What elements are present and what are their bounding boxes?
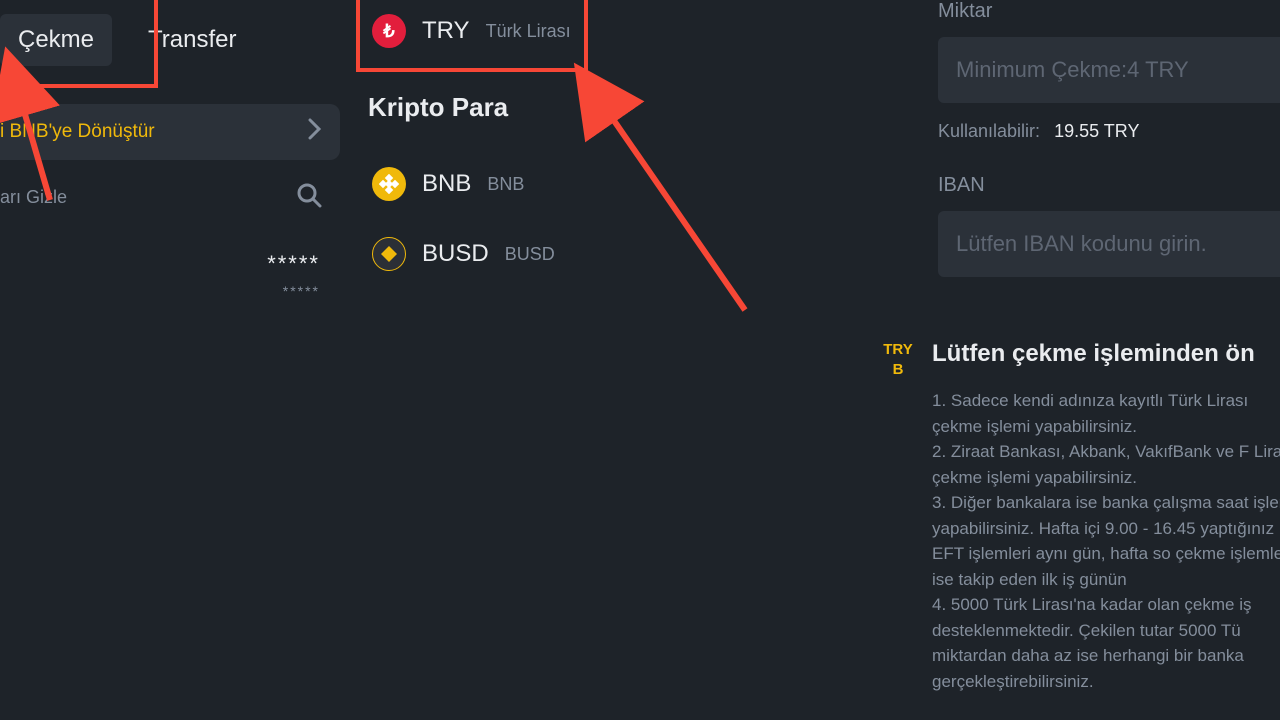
currency-row-busd[interactable]: BUSD BUSD: [358, 219, 778, 289]
withdrawal-notice: TRY B Lütfen çekme işleminden ön 1. Sade…: [880, 340, 1280, 694]
notice-title: Lütfen çekme işleminden ön: [932, 340, 1280, 368]
bnb-name: BNB: [487, 174, 524, 195]
balance-main: *****: [0, 251, 320, 277]
tab-transfer[interactable]: Transfer: [130, 14, 254, 66]
bnb-symbol: BNB: [422, 170, 471, 198]
busd-icon: [372, 237, 406, 271]
notice-body: 1. Sadece kendi adınıza kayıtlı Türk Lir…: [932, 388, 1280, 694]
try-badge-icon: TRY B: [880, 340, 916, 694]
search-icon[interactable]: [296, 182, 322, 213]
iban-label: IBAN: [938, 174, 1280, 197]
available-value: 19.55 TRY: [1054, 121, 1139, 142]
try-name: Türk Lirası: [486, 21, 571, 42]
bnb-icon: [372, 167, 406, 201]
try-icon: ₺: [372, 14, 406, 48]
hide-balances-label: arı Gizle: [0, 187, 67, 208]
iban-input[interactable]: Lütfen IBAN kodunu girin.: [938, 211, 1280, 277]
hidden-balance: ***** *****: [0, 251, 340, 299]
convert-to-bnb-row[interactable]: i BNB'ye Dönüştür: [0, 104, 340, 160]
tab-withdraw[interactable]: Çekme: [0, 14, 112, 66]
currency-row-bnb[interactable]: BNB BNB: [358, 149, 778, 219]
amount-label: Miktar: [938, 0, 1280, 23]
try-symbol: TRY: [422, 17, 470, 45]
busd-name: BUSD: [505, 244, 555, 265]
chevron-right-icon: [308, 118, 322, 146]
balance-sub: *****: [0, 283, 320, 299]
currency-row-try[interactable]: ₺ TRY Türk Lirası: [358, 0, 778, 62]
amount-input[interactable]: Minimum Çekme:4 TRY: [938, 37, 1280, 103]
available-label: Kullanılabilir:: [938, 121, 1040, 142]
busd-symbol: BUSD: [422, 240, 489, 268]
convert-label: i BNB'ye Dönüştür: [0, 121, 155, 143]
crypto-section-title: Kripto Para: [368, 92, 778, 123]
